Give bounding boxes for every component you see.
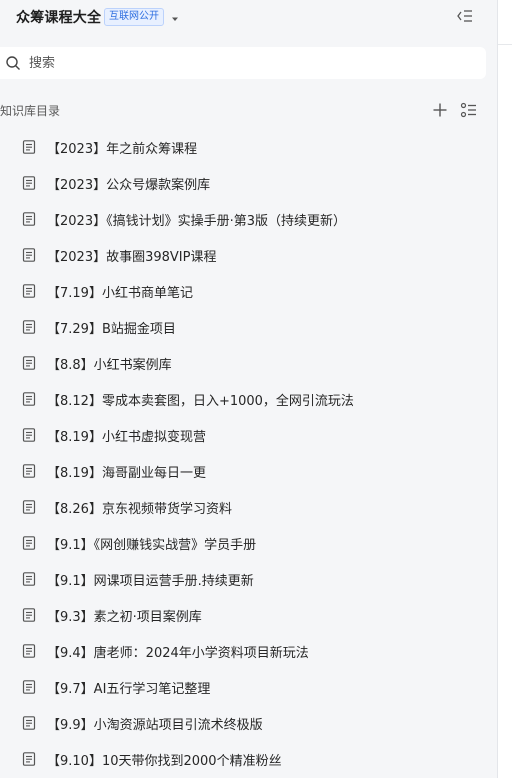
list-options-icon: [460, 102, 476, 118]
document-title: 【9.7】AI五行学习笔记整理: [47, 682, 211, 697]
document-item[interactable]: 【2023】故事圈398VIP课程: [0, 237, 497, 273]
content-pane-edge: [498, 0, 512, 778]
document-icon: [22, 572, 36, 586]
document-icon: [22, 644, 36, 658]
document-item[interactable]: 【8.8】小红书案例库: [0, 345, 497, 381]
document-item[interactable]: 【9.10】10天带你找到2000个精准粉丝: [0, 741, 497, 777]
document-item[interactable]: 【2023】公众号爆款案例库: [0, 165, 497, 201]
document-item[interactable]: 【9.7】AI五行学习笔记整理: [0, 669, 497, 705]
document-icon: [22, 356, 36, 370]
document-icon: [22, 464, 36, 478]
plus-icon: [433, 103, 447, 117]
knowledge-base-sidebar: 众筹课程大全 互联网公开 知识库目录: [0, 0, 498, 778]
document-item[interactable]: 【9.9】小淘资源站项目引流术终极版: [0, 705, 497, 741]
document-title: 【8.8】小红书案例库: [47, 358, 172, 373]
document-title: 【7.29】B站掘金项目: [47, 322, 176, 337]
document-title: 【9.9】小淘资源站项目引流术终极版: [47, 718, 263, 733]
document-title: 【2023】故事圈398VIP课程: [47, 250, 217, 265]
document-item[interactable]: 【9.1】网课项目运营手册.持续更新: [0, 561, 497, 597]
document-item[interactable]: 【8.19】小红书虚拟变现营: [0, 417, 497, 453]
add-document-button[interactable]: [430, 100, 450, 120]
document-title: 【9.10】10天带你找到2000个精准粉丝: [47, 754, 282, 769]
document-icon: [22, 248, 36, 262]
document-title: 【8.26】京东视频带货学习资料: [47, 502, 232, 517]
document-icon: [22, 716, 36, 730]
search-input[interactable]: [29, 47, 469, 79]
sidebar-header: 众筹课程大全 互联网公开: [0, 0, 497, 34]
document-icon: [22, 500, 36, 514]
document-item[interactable]: 【7.29】B站掘金项目: [0, 309, 497, 345]
document-title: 【8.12】零成本卖套图，日入+1000，全网引流玩法: [47, 394, 354, 409]
document-title: 【8.19】小红书虚拟变现营: [47, 430, 206, 445]
document-icon: [22, 608, 36, 622]
directory-options-button[interactable]: [459, 100, 479, 120]
document-list: 【2023】年之前众筹课程 【2023】公众号爆款案例库 【2023】《搞钱计划…: [0, 129, 497, 777]
document-item[interactable]: 【9.1】《网创赚钱实战营》学员手册: [0, 525, 497, 561]
document-icon: [22, 284, 36, 298]
document-icon: [22, 536, 36, 550]
document-icon: [22, 680, 36, 694]
document-title: 【2023】《搞钱计划》实操手册·第3版（持续更新）: [47, 214, 346, 229]
knowledge-base-title[interactable]: 众筹课程大全: [16, 7, 101, 27]
document-item[interactable]: 【9.4】唐老师：2024年小学资料项目新玩法: [0, 633, 497, 669]
collapse-sidebar-icon: [457, 10, 472, 22]
document-icon: [22, 752, 36, 766]
collapse-sidebar-button[interactable]: [454, 6, 476, 26]
document-icon: [22, 140, 36, 154]
document-title: 【9.3】素之初·项目案例库: [47, 610, 202, 625]
document-item[interactable]: 【9.3】素之初·项目案例库: [0, 597, 497, 633]
document-icon: [22, 212, 36, 226]
document-icon: [22, 176, 36, 190]
document-item[interactable]: 【8.12】零成本卖套图，日入+1000，全网引流玩法: [0, 381, 497, 417]
document-item[interactable]: 【2023】年之前众筹课程: [0, 129, 497, 165]
document-icon: [22, 428, 36, 442]
search-box[interactable]: [0, 47, 486, 79]
document-icon: [22, 392, 36, 406]
document-item[interactable]: 【8.26】京东视频带货学习资料: [0, 489, 497, 525]
document-title: 【9.4】唐老师：2024年小学资料项目新玩法: [47, 646, 309, 661]
document-title: 【7.19】小红书商单笔记: [47, 286, 193, 301]
document-item[interactable]: 【7.19】小红书商单笔记: [0, 273, 497, 309]
visibility-badge: 互联网公开: [104, 8, 164, 26]
document-title: 【9.1】《网创赚钱实战营》学员手册: [47, 538, 257, 553]
directory-header: 知识库目录: [0, 98, 497, 122]
document-title: 【8.19】海哥副业每日一更: [47, 466, 206, 481]
directory-label: 知识库目录: [0, 104, 61, 118]
document-title: 【2023】公众号爆款案例库: [47, 178, 211, 193]
document-icon: [22, 320, 36, 334]
caret-down-icon[interactable]: [169, 10, 181, 22]
document-item[interactable]: 【2023】《搞钱计划》实操手册·第3版（持续更新）: [0, 201, 497, 237]
document-title: 【9.1】网课项目运营手册.持续更新: [47, 574, 254, 589]
document-title: 【2023】年之前众筹课程: [47, 142, 198, 157]
document-item[interactable]: 【8.19】海哥副业每日一更: [0, 453, 497, 489]
search-icon: [6, 56, 20, 70]
